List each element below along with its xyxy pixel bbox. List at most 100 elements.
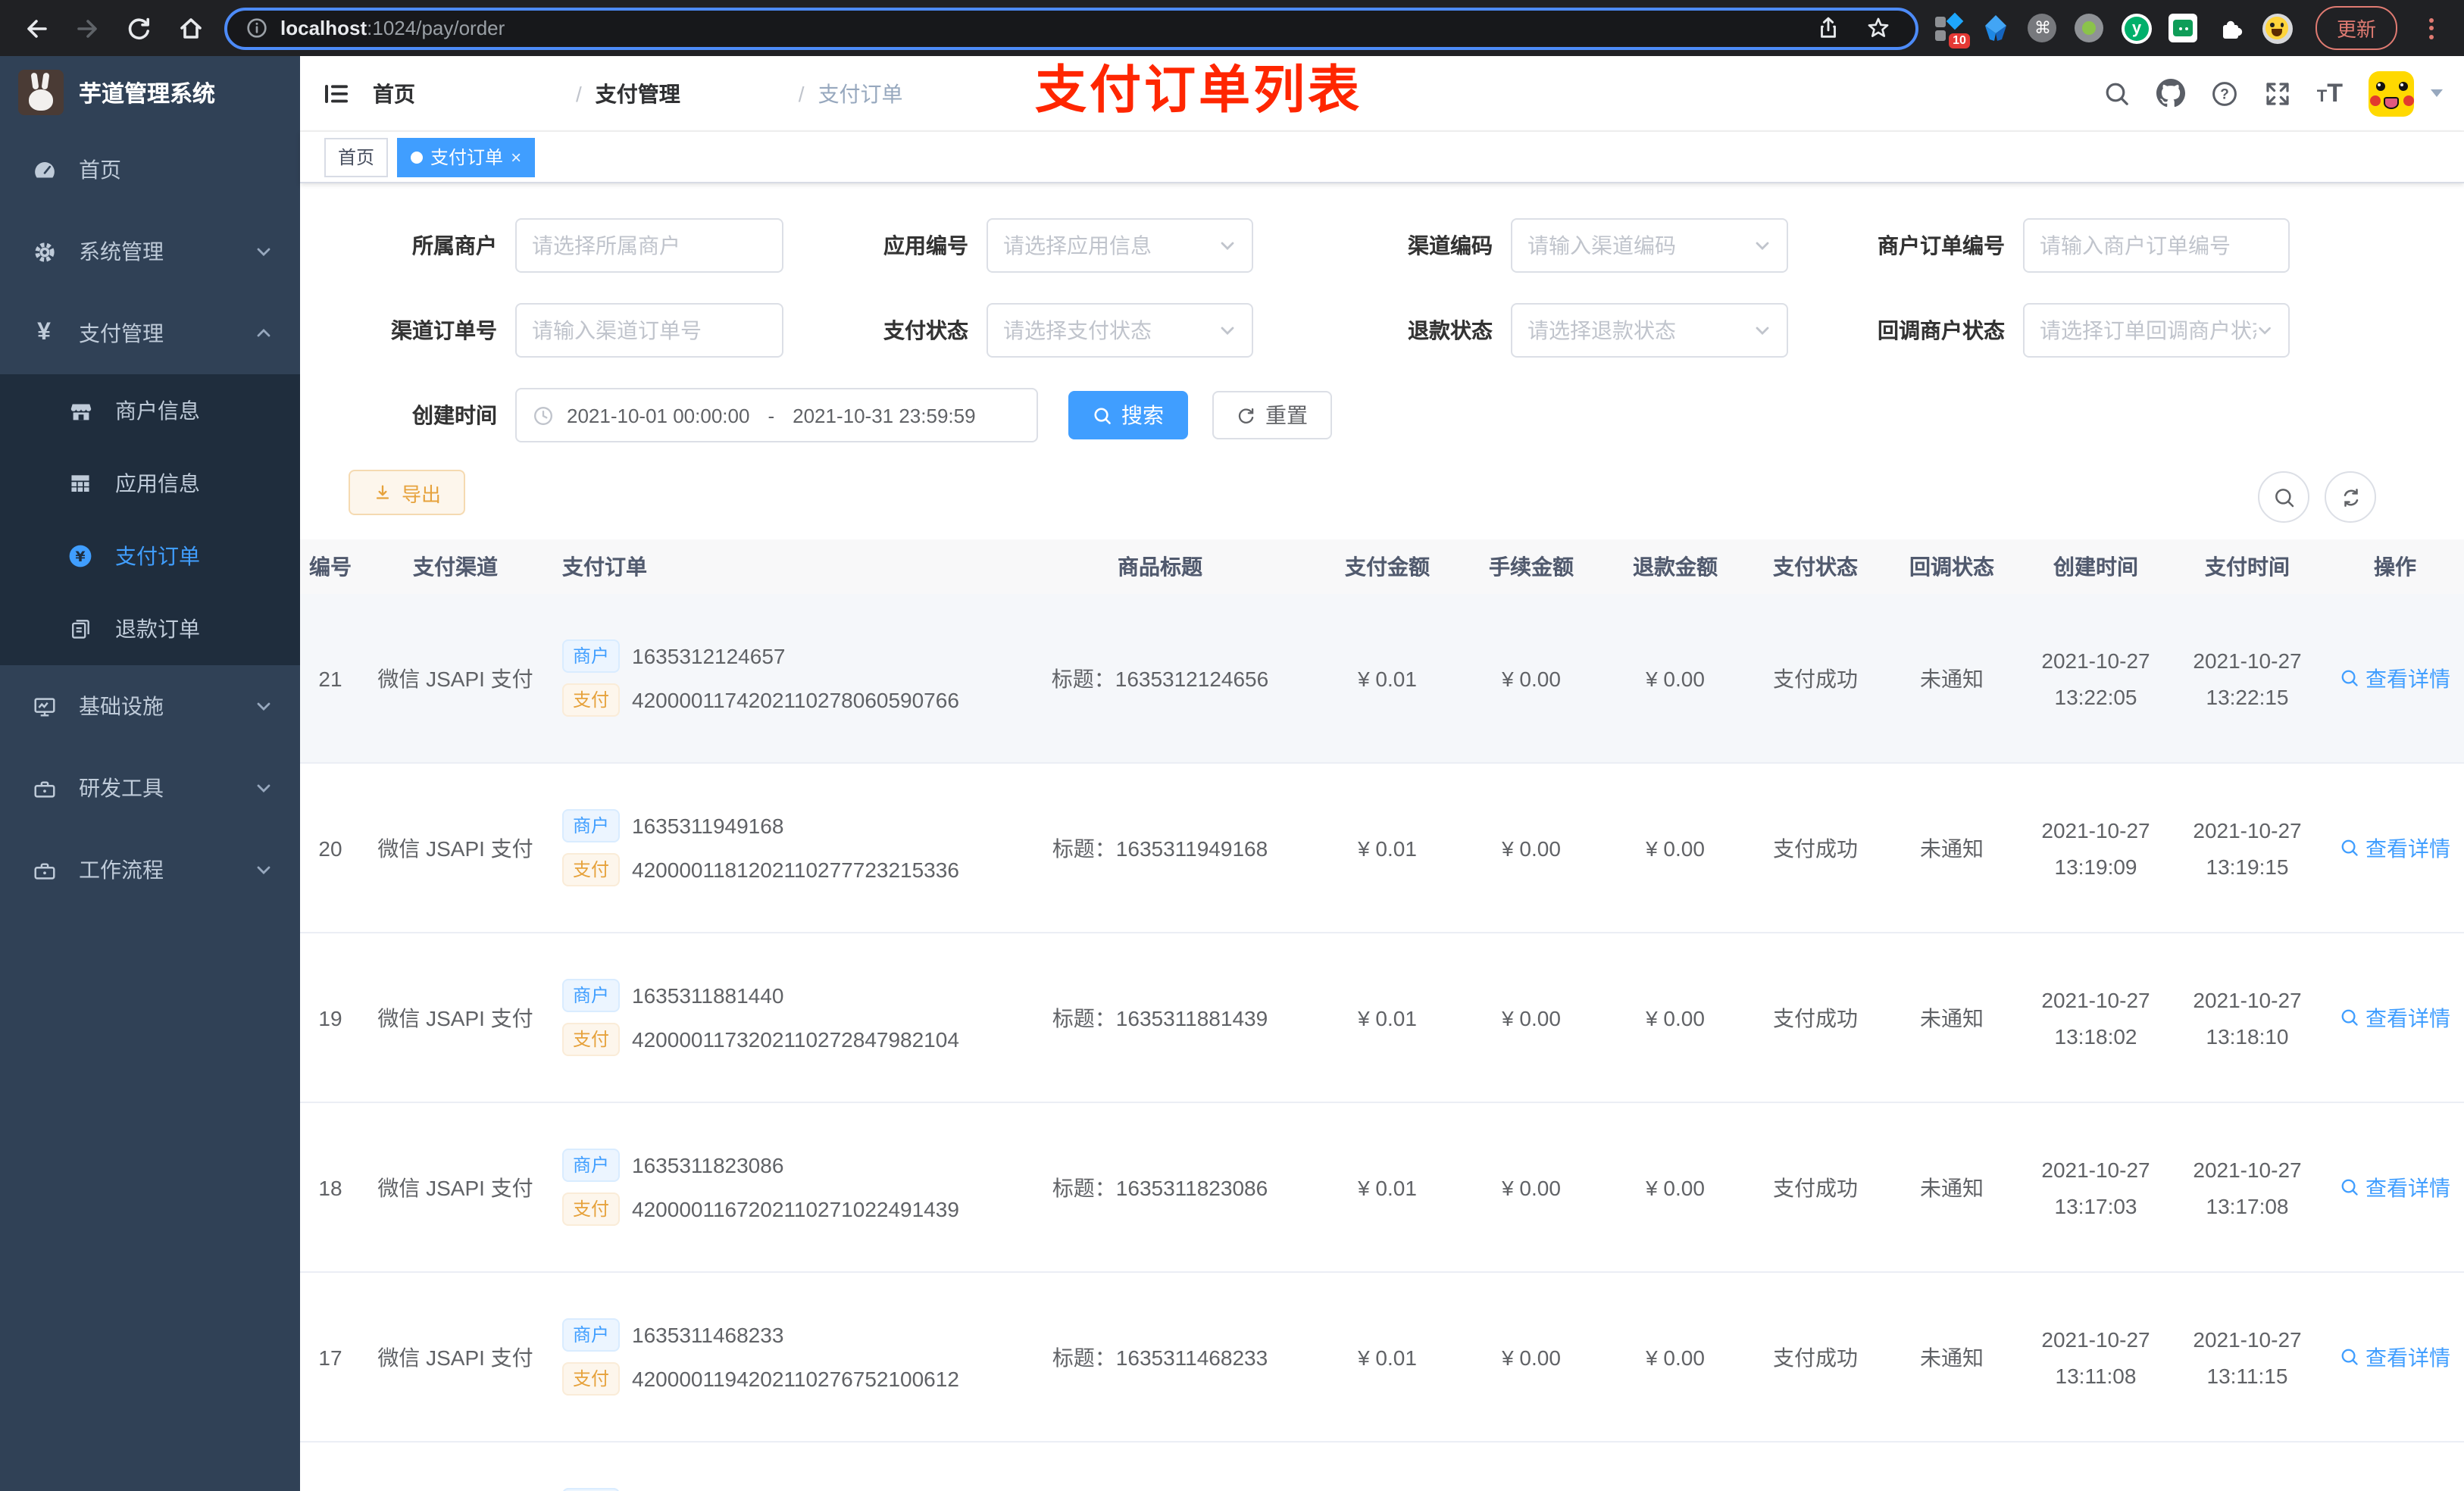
pay-order-no: 4200001167202110271022491439 [632, 1196, 959, 1221]
refresh-icon [2343, 488, 2358, 506]
tags-view: 首页 支付订单 × [300, 132, 2464, 183]
merchant-order-no: 1635312124657 [632, 644, 786, 669]
filter-row-3: 创建时间 2021-10-01 00:00:00 - 2021-10-31 23… [300, 373, 2464, 458]
filter-label: 回调商户状态 [1878, 318, 2005, 342]
share-icon[interactable] [1815, 15, 1841, 41]
sidebar-item-infrastructure[interactable]: 基础设施 [0, 665, 300, 747]
browser-update-button[interactable]: 更新 [2315, 6, 2397, 50]
channel-order-no-field[interactable] [532, 318, 767, 342]
filter-label: 支付状态 [883, 318, 968, 342]
close-icon[interactable]: × [511, 146, 521, 167]
tag-home[interactable]: 首页 [324, 137, 389, 177]
fullscreen-icon[interactable] [2264, 80, 2291, 107]
extension-command-icon[interactable]: ⌘ [2028, 13, 2058, 43]
merchant-input[interactable] [515, 218, 783, 273]
sidebar-item-label: 工作流程 [79, 858, 164, 882]
search-icon [2275, 488, 2294, 507]
search-button[interactable]: 搜索 [1068, 391, 1188, 439]
bookmark-star-icon[interactable] [1865, 15, 1891, 41]
sidebar-item-home[interactable]: 首页 [0, 129, 300, 211]
browser-reload-button[interactable] [118, 7, 161, 49]
view-detail-link[interactable]: 查看详情 [2340, 1342, 2450, 1372]
refund-status-select[interactable]: 请选择退款状态 [1511, 303, 1788, 358]
pay-order-no: 4200001174202110278060590766 [632, 687, 959, 712]
filter-label: 渠道编码 [1408, 233, 1493, 258]
top-navbar: 首页 / 支付管理 / 支付订单 ? T T [300, 56, 2464, 132]
sidebar-item-payment[interactable]: ¥ 支付管理 [0, 292, 300, 374]
view-detail-link[interactable]: 查看详情 [2340, 1172, 2450, 1202]
avatar-caret-icon[interactable] [2431, 89, 2443, 97]
extensions-area: 10 ⌘ y 更新 [1934, 6, 2449, 50]
view-detail-link[interactable]: 查看详情 [2340, 663, 2450, 693]
sidebar-item-pay-order[interactable]: ¥ 支付订单 [0, 520, 300, 592]
browser-back-button[interactable] [15, 7, 58, 49]
sidebar-item-label: 基础设施 [79, 694, 164, 718]
help-icon[interactable]: ? [2211, 80, 2238, 107]
documents-icon [67, 617, 94, 641]
channel-order-no-input[interactable] [515, 303, 783, 358]
orders-table: 编号 支付渠道 支付订单 商品标题 支付金额 手续金额 退款金额 支付状态 回调… [300, 539, 2464, 1491]
chevron-down-icon [255, 861, 273, 879]
monitor-icon [30, 693, 58, 719]
sidebar-item-dev-tools[interactable]: 研发工具 [0, 747, 300, 829]
github-icon[interactable] [2156, 79, 2185, 108]
extension-kite-icon[interactable] [1981, 13, 2011, 43]
app-logo[interactable]: 芋道管理系统 [0, 56, 300, 129]
notify-status-select[interactable]: 请选择订单回调商户状态 [2023, 303, 2290, 358]
url-text: localhost:1024/pay/order [280, 17, 505, 39]
reset-button[interactable]: 重置 [1212, 391, 1332, 439]
create-time-range-picker[interactable]: 2021-10-01 00:00:00 - 2021-10-31 23:59:5… [515, 388, 1038, 442]
browser-home-button[interactable] [170, 7, 212, 49]
channel-code-select[interactable]: 请输入渠道编码 [1511, 218, 1788, 273]
toggle-search-button[interactable] [2258, 471, 2309, 523]
url-path: :1024/pay/order [367, 17, 505, 39]
search-icon [2341, 839, 2358, 856]
shop-icon [67, 398, 94, 424]
sidebar-item-system[interactable]: 系统管理 [0, 211, 300, 292]
browser-menu-icon[interactable] [2423, 17, 2440, 39]
sidebar-item-app-info[interactable]: 应用信息 [0, 447, 300, 520]
font-size-icon[interactable]: TT [2317, 80, 2343, 106]
view-detail-link[interactable]: 查看详情 [2340, 1002, 2450, 1033]
tag-pay-order[interactable]: 支付订单 × [397, 137, 536, 177]
sidebar-item-merchant-info[interactable]: 商户信息 [0, 374, 300, 447]
export-button[interactable]: 导出 [349, 470, 466, 515]
breadcrumb-payment[interactable]: 支付管理 [596, 78, 785, 108]
refresh-table-button[interactable] [2325, 471, 2376, 523]
extension-chat-icon[interactable] [2169, 13, 2199, 43]
merchant-order-no: 1635311949168 [632, 814, 784, 839]
pay-status-select[interactable]: 请选择支付状态 [987, 303, 1253, 358]
sidebar-item-label: 商户信息 [115, 399, 200, 423]
app-select[interactable]: 请选择应用信息 [987, 218, 1253, 273]
date-end: 2021-10-31 23:59:59 [793, 404, 976, 427]
sidebar-item-label: 系统管理 [79, 239, 164, 264]
header-search-icon[interactable] [2103, 80, 2131, 107]
hamburger-icon[interactable] [321, 78, 352, 108]
chevron-down-icon [255, 697, 273, 715]
sidebar-item-label: 退款订单 [115, 617, 200, 641]
extension-y-icon[interactable]: y [2121, 13, 2152, 43]
sidebar-item-workflow[interactable]: 工作流程 [0, 829, 300, 911]
merchant-order-no-field[interactable] [2040, 233, 2273, 258]
chevron-down-icon [1221, 327, 1234, 335]
view-detail-link[interactable]: 查看详情 [2340, 833, 2450, 863]
extension-recorder-icon[interactable] [2075, 13, 2105, 43]
merchant-input-field[interactable] [532, 233, 767, 258]
dashboard-icon [30, 157, 58, 183]
sidebar-item-label: 应用信息 [115, 471, 200, 495]
merchant-tag: 商户 [562, 979, 621, 1013]
site-info-icon[interactable] [245, 17, 268, 39]
profile-emoji-icon[interactable] [2262, 13, 2293, 43]
user-avatar[interactable] [2369, 70, 2414, 116]
payment-submenu: 商户信息 应用信息 ¥ 支付订单 退款订单 [0, 374, 300, 665]
sidebar-item-refund-order[interactable]: 退款订单 [0, 592, 300, 665]
browser-toolbar: localhost:1024/pay/order 10 ⌘ y 更新 [0, 0, 2464, 56]
extension-tab-manager-icon[interactable]: 10 [1934, 11, 1970, 48]
search-icon [2341, 1179, 2358, 1196]
briefcase-icon [30, 857, 58, 883]
breadcrumb-home[interactable]: 首页 [373, 78, 562, 108]
browser-forward-button[interactable] [67, 7, 109, 49]
address-bar[interactable]: localhost:1024/pay/order [224, 7, 1918, 49]
merchant-order-no-input[interactable] [2023, 218, 2290, 273]
extensions-puzzle-icon[interactable] [2215, 13, 2246, 43]
